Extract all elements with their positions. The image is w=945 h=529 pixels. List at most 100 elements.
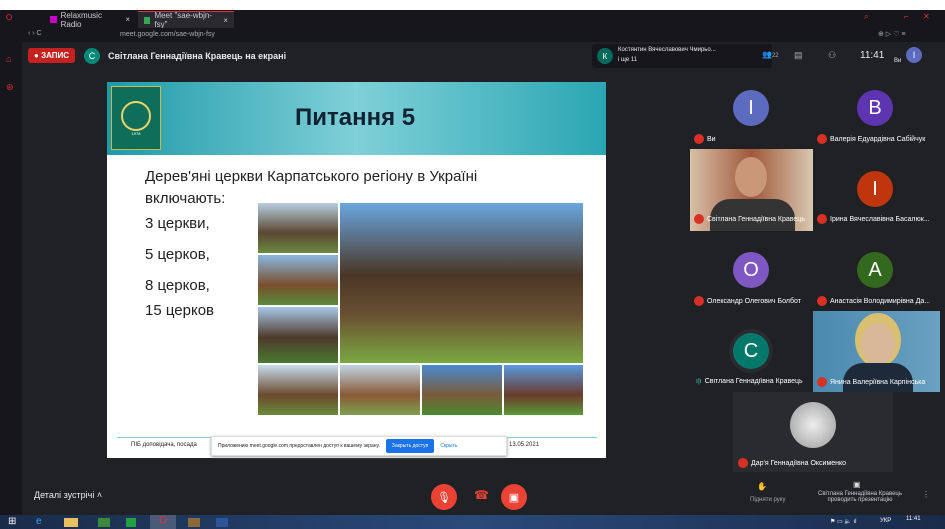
participant-avatar: O — [733, 252, 769, 288]
tab-favicon-icon — [50, 16, 57, 23]
bottom-bar: Деталі зустрічі ˄ 🎙 ☎ ▣ ✋ Підняти руку ▣… — [22, 480, 945, 515]
meet-header: ● ЗАПИС С Світлана Геннадіївна Кравець н… — [22, 42, 945, 70]
close-icon[interactable]: × — [125, 15, 130, 24]
address-bar: ‹ › C meet.google.com/sae-wbjn-fsy ⊕ ▷ ♡… — [0, 28, 945, 42]
tab-radio[interactable]: Relaxmusic Radio × — [44, 10, 136, 29]
presenter-avatar: С — [84, 48, 100, 64]
presenting-status[interactable]: Світлана Геннадіївна Кравець проводить п… — [810, 491, 910, 503]
stop-sharing-button[interactable]: Закрыть доступ — [385, 439, 435, 453]
edge-icon[interactable]: e — [36, 516, 42, 527]
word-icon[interactable] — [216, 518, 228, 527]
university-logo: 1978 — [111, 86, 161, 150]
app-icon[interactable] — [98, 518, 110, 527]
windows-taskbar: ⊞ e O ⚑ ▭ 🔈 ıl УКР 11:41 — [0, 515, 945, 529]
app-icon[interactable] — [188, 518, 200, 527]
church-photo — [257, 306, 339, 364]
participant-name: Анастасія Володимирівна Да... — [817, 296, 939, 306]
participants-button[interactable]: 👥22 — [762, 50, 779, 59]
camera-off-button[interactable]: ▣ — [501, 484, 527, 510]
nav-buttons-icon[interactable]: ‹ › C — [28, 30, 42, 37]
participant-avatar: C — [733, 333, 769, 369]
browser-tab-bar: O Relaxmusic Radio × Meet "sae-wbjn-fsy" ×… — [0, 10, 945, 29]
mic-off-icon — [738, 458, 748, 468]
mic-off-button[interactable]: 🎙 — [431, 484, 457, 510]
hang-up-button[interactable]: ☎ — [474, 488, 489, 502]
more-options-icon[interactable]: ⋮ — [922, 490, 930, 499]
tab-label: Relaxmusic Radio — [60, 10, 102, 29]
church-photo — [257, 364, 339, 416]
participant-avatar: B — [857, 90, 893, 126]
option-2: 5 церков, — [145, 246, 210, 263]
main-church-photo — [339, 202, 584, 364]
tab-favicon-icon — [144, 16, 151, 24]
minimize-icon[interactable]: ⌐ — [904, 12, 909, 21]
mic-off-icon — [817, 296, 827, 306]
participant-name: Валерія Едуардівна Сабійчук — [817, 134, 939, 144]
language-indicator[interactable]: УКР — [880, 518, 891, 524]
opera-taskbar-icon[interactable]: O — [150, 515, 176, 529]
participant-name: Ви — [694, 134, 716, 144]
participant-avatar-photo — [790, 402, 836, 448]
settings-icon[interactable]: ⊛ — [6, 82, 14, 93]
close-icon[interactable]: × — [223, 16, 228, 25]
hide-button[interactable]: Скрыть — [440, 443, 457, 449]
taskbar-clock[interactable]: 11:41 — [906, 516, 921, 522]
activities-icon[interactable]: ⚇ — [828, 50, 836, 61]
slide-header: 1978 Питання 5 — [107, 82, 606, 155]
participant-name: Ірина Вячеславівна Басалюк... — [817, 214, 939, 224]
slide-title: Питання 5 — [295, 104, 416, 131]
explorer-icon[interactable] — [64, 518, 78, 527]
app-icon[interactable] — [126, 518, 136, 527]
hand-icon[interactable]: ✋ — [757, 482, 767, 491]
bag-icon[interactable]: ⌂ — [6, 54, 11, 64]
participant-name: ı|ı Світлана Геннадіївна Кравець — [696, 378, 803, 385]
option-1: 3 церкви, — [145, 215, 210, 232]
tab-label: Meet "sae-wbjn-fsy" — [154, 11, 212, 29]
participant-name: Світлана Геннадіївна Кравець — [694, 214, 812, 224]
church-photo — [503, 364, 584, 416]
presentation-slide: 1978 Питання 5 Дерев'яні церкви Карпатсь… — [107, 82, 606, 458]
participant-avatar: A — [857, 252, 893, 288]
mic-off-icon — [694, 296, 704, 306]
footer-presenter: ПІБ доповідача, посада — [131, 442, 197, 448]
church-photo — [257, 254, 339, 306]
chat-icon[interactable]: ▤ — [794, 50, 803, 61]
opera-logo-icon[interactable]: O — [6, 13, 12, 22]
tab-meet[interactable]: Meet "sae-wbjn-fsy" × — [138, 11, 234, 29]
participant-name: Дар'я Геннадіївна Оксименко — [738, 458, 846, 468]
tray-icons[interactable]: ⚑ ▭ 🔈 ıl — [830, 518, 857, 525]
church-photo — [421, 364, 503, 416]
mic-off-icon — [817, 377, 827, 387]
participant-avatar: I — [857, 171, 893, 207]
option-4: 15 церков — [145, 302, 215, 319]
speaking-icon: ı|ı — [696, 378, 702, 385]
mic-off-icon — [817, 134, 827, 144]
toolbar-icons[interactable]: ⊕ ▷ ♡ ≡ — [878, 30, 905, 38]
participant-name: Янина Валеріївна Карпінська — [817, 377, 939, 387]
search-icon[interactable]: ⌕ — [864, 12, 868, 22]
notification-avatar: К — [597, 48, 613, 64]
participant-tile: Дар'я Геннадіївна Оксименко — [733, 392, 893, 472]
self-avatar[interactable]: I — [906, 47, 922, 63]
close-window-icon[interactable]: ✕ — [923, 12, 930, 21]
recording-badge: ● ЗАПИС — [28, 48, 76, 63]
join-notification[interactable]: К Костянтин Вячеславович Чмирьо... і ще … — [592, 44, 772, 68]
screen-share-bar: Приложению meet.google.com предоставлен … — [211, 436, 507, 456]
raise-hand-button[interactable]: Підняти руку — [750, 497, 785, 503]
present-icon[interactable]: ▣ — [853, 480, 861, 489]
self-label: Ви — [894, 58, 902, 64]
mic-off-icon — [694, 134, 704, 144]
meeting-details-button[interactable]: Деталі зустрічі ˄ — [34, 490, 102, 500]
presenter-text: Світлана Геннадіївна Кравець на екрані — [108, 51, 287, 61]
browser-sidebar: ⌂ ⊛ — [0, 42, 22, 515]
clock: 11:41 — [860, 50, 885, 61]
participant-name: Олександр Олегович Болбот — [694, 296, 812, 306]
url-input[interactable]: meet.google.com/sae-wbjn-fsy — [120, 31, 215, 38]
church-photo — [339, 364, 421, 416]
mic-off-icon — [694, 214, 704, 224]
start-icon[interactable]: ⊞ — [8, 516, 16, 527]
footer-date: 13.05.2021 — [509, 442, 540, 448]
participant-avatar: I — [733, 90, 769, 126]
mic-off-icon — [817, 214, 827, 224]
notification-name: Костянтин Вячеславович Чмирьо... — [618, 47, 716, 53]
